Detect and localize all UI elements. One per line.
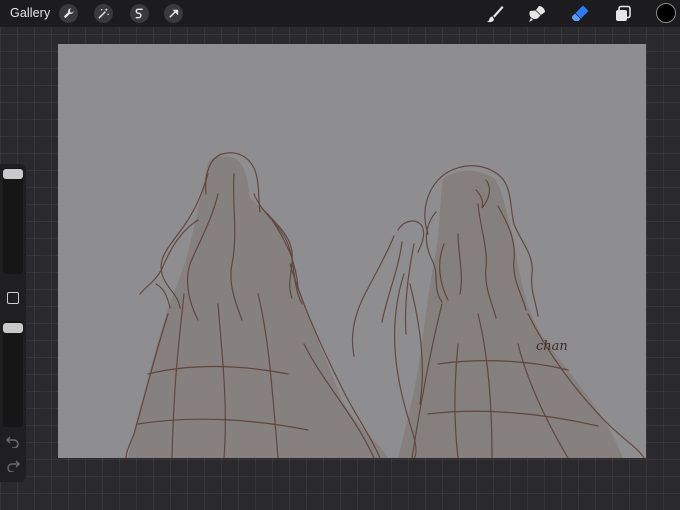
undo-icon (5, 436, 19, 449)
color-swatch[interactable] (656, 3, 676, 23)
brush-size-handle[interactable] (3, 169, 23, 179)
actions-wrench-button[interactable] (59, 4, 78, 23)
adjustments-button[interactable] (94, 4, 113, 23)
redo-button[interactable] (5, 458, 21, 473)
opacity-handle[interactable] (3, 323, 23, 333)
drawing-canvas[interactable]: chan (58, 44, 646, 458)
transform-button[interactable] (164, 4, 183, 23)
smudge-button[interactable] (527, 4, 547, 24)
transform-arrow-icon (169, 9, 179, 18)
selection-button[interactable] (130, 4, 149, 23)
layers-button[interactable] (613, 4, 633, 24)
opacity-slider[interactable] (3, 321, 23, 427)
top-toolbar: Gallery (0, 0, 680, 27)
wrench-icon (63, 8, 74, 19)
left-sidebar (0, 164, 26, 482)
redo-icon (7, 460, 21, 473)
eraser-icon (572, 5, 589, 21)
sketch-artwork: chan (125, 152, 645, 458)
selection-icon (135, 8, 143, 19)
brush-button[interactable] (485, 4, 505, 24)
modify-button[interactable] (7, 292, 19, 304)
smudge-icon (529, 6, 545, 22)
artist-signature: chan (536, 339, 568, 354)
brush-size-slider[interactable] (3, 168, 23, 274)
brush-icon (487, 6, 504, 23)
gallery-button[interactable]: Gallery (10, 6, 50, 20)
eraser-button[interactable] (570, 4, 590, 24)
magic-wand-icon (98, 7, 109, 19)
undo-button[interactable] (5, 434, 21, 449)
layers-icon (616, 5, 631, 21)
